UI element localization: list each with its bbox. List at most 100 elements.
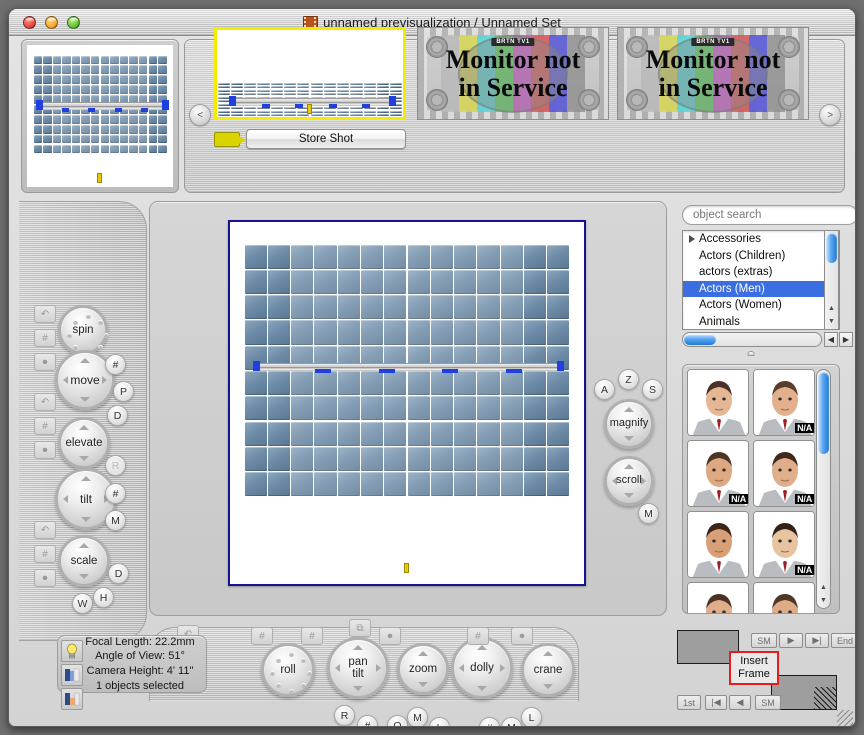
knob-arrow[interactable] — [500, 664, 505, 672]
selection-handle-end[interactable] — [557, 361, 564, 371]
selection-handle-mid[interactable] — [262, 104, 270, 108]
category-row[interactable]: Actors (Men) — [683, 280, 839, 297]
actor-thumbnail[interactable] — [687, 511, 749, 578]
actor-thumbnail[interactable] — [753, 582, 815, 613]
mini-button-#[interactable]: # — [357, 715, 378, 726]
cam-tab-#-1[interactable]: # — [251, 627, 273, 645]
rail-tab-#-4[interactable]: # — [34, 417, 56, 435]
storyboard-slot-live[interactable] — [214, 27, 406, 120]
selection-handle-mid[interactable] — [362, 104, 370, 108]
knob-arrow[interactable] — [418, 682, 428, 687]
actor-thumbnail[interactable]: N/A — [753, 511, 815, 578]
thumbnail-scrollbar[interactable]: ▲ ▼ — [816, 369, 831, 609]
camera-marker[interactable] — [307, 104, 312, 114]
viewport-button-a[interactable]: A — [594, 379, 615, 400]
camera-marker[interactable] — [404, 563, 409, 573]
rail-tab-undo-icon-3[interactable]: ↶ — [34, 393, 56, 411]
selection-handle-mid[interactable] — [315, 369, 331, 373]
hscroll-right-arrow[interactable]: ▶ — [839, 332, 853, 347]
knob-roll[interactable]: roll — [261, 643, 315, 697]
cam-tab-#-2[interactable]: # — [301, 627, 323, 645]
knob-arrow[interactable] — [81, 517, 91, 522]
knob-magnify[interactable]: magnify — [604, 399, 654, 449]
object-search-input[interactable] — [682, 205, 855, 225]
category-row[interactable]: Animals — [683, 314, 839, 330]
expand-triangle-icon[interactable] — [689, 235, 695, 244]
rail-tab-undo-icon-0[interactable]: ↶ — [34, 305, 56, 323]
mini-button-h[interactable]: H — [93, 587, 114, 608]
knob-crane[interactable]: crane — [521, 643, 575, 697]
viewport-button-m[interactable]: M — [638, 503, 659, 524]
selection-handle-mid[interactable] — [379, 369, 395, 373]
hscrollbar-thumb[interactable] — [684, 334, 716, 345]
selection-handle-mid[interactable] — [141, 108, 148, 112]
category-row[interactable]: Actors (Women) — [683, 297, 839, 314]
mini-button-r[interactable]: R — [105, 455, 126, 476]
category-list-scrollbar[interactable]: ▲ ▼ — [824, 230, 839, 330]
mini-map-panel[interactable] — [21, 39, 179, 193]
selection-handle-mid[interactable] — [62, 108, 69, 112]
selection-handle-mid[interactable] — [329, 104, 337, 108]
wall-render-icon[interactable] — [61, 664, 83, 686]
knob-arrow[interactable] — [624, 407, 634, 412]
mini-map-view[interactable] — [27, 45, 173, 187]
actor-thumbnail[interactable] — [687, 369, 749, 436]
knob-arrow[interactable] — [376, 664, 381, 672]
mini-button-l[interactable]: L — [521, 707, 542, 726]
knob-arrow[interactable] — [102, 376, 107, 384]
knob-arrow[interactable] — [477, 645, 487, 650]
actor-thumbnail[interactable] — [687, 582, 749, 613]
knob-arrow[interactable] — [79, 574, 89, 579]
knob-arrow[interactable] — [624, 493, 634, 498]
selection-handle-end[interactable] — [36, 100, 43, 110]
scroll-down-arrow[interactable]: ▼ — [817, 594, 830, 607]
rail-tab-mouse-icon-5[interactable]: ⏺ — [34, 441, 56, 459]
rail-tab-#-7[interactable]: # — [34, 545, 56, 563]
knob-arrow[interactable] — [477, 686, 487, 691]
selection-handle-end[interactable] — [253, 361, 260, 371]
cam-tab-mouse-icon-4[interactable]: ⏺ — [379, 627, 401, 645]
main-viewport[interactable] — [228, 220, 586, 586]
selection-handle-end[interactable] — [389, 96, 396, 106]
hscroll-left-arrow[interactable]: ◀ — [824, 332, 838, 347]
selection-handle-end[interactable] — [229, 96, 236, 106]
actor-thumbnail[interactable]: N/A — [687, 440, 749, 507]
knob-arrow[interactable] — [79, 543, 89, 548]
playback-button-bottom-0[interactable]: 1st — [677, 695, 701, 710]
playback-button-bottom-1[interactable]: |◀ — [705, 695, 727, 710]
mini-button-d[interactable]: D — [107, 405, 128, 426]
storyboard-slot-2[interactable]: BRTN TV1 Monitor not in Service — [417, 27, 609, 120]
category-row[interactable]: actors (extras) — [683, 264, 839, 281]
rail-tab-undo-icon-6[interactable]: ↶ — [34, 521, 56, 539]
mini-button-#[interactable]: # — [105, 483, 126, 504]
playback-button-top-1[interactable]: ▶ — [779, 633, 803, 648]
viewport-button-s[interactable]: S — [642, 379, 663, 400]
selection-handle-mid[interactable] — [442, 369, 458, 373]
knob-arrow[interactable] — [353, 645, 363, 650]
knob-arrow[interactable] — [624, 464, 634, 469]
selection-handle-mid[interactable] — [506, 369, 522, 373]
selection-handle-mid[interactable] — [115, 108, 122, 112]
cam-tab-#-5[interactable]: # — [467, 627, 489, 645]
scroll-down-arrow[interactable]: ▼ — [825, 315, 838, 328]
knob-arrow[interactable] — [543, 651, 553, 656]
scene-floorplan[interactable] — [230, 222, 584, 584]
scroll-up-arrow[interactable]: ▲ — [825, 302, 838, 315]
category-list[interactable]: Accessories Actors (Children) actors (extr… — [682, 230, 840, 330]
mini-button-d[interactable]: D — [108, 563, 129, 584]
knob-elevate[interactable]: elevate — [58, 417, 110, 469]
lightbulb-icon[interactable] — [61, 640, 83, 662]
storyboard-slot-3[interactable]: BRTN TV1 Monitor not in Service — [617, 27, 809, 120]
knob-arrow[interactable] — [418, 651, 428, 656]
knob-arrow[interactable] — [80, 397, 90, 402]
mini-button-l[interactable]: L — [429, 717, 450, 726]
viewport-button-z[interactable]: Z — [618, 369, 639, 390]
knob-pan-tilt[interactable]: pan tilt — [327, 637, 389, 699]
knob-arrow[interactable] — [459, 664, 464, 672]
rail-tab-mouse-icon-8[interactable]: ⏺ — [34, 569, 56, 587]
store-shot-button[interactable]: Store Shot — [246, 129, 406, 149]
category-row[interactable]: Actors (Children) — [683, 248, 839, 265]
selection-handle-end[interactable] — [162, 100, 169, 110]
knob-arrow[interactable] — [79, 456, 89, 461]
panel-resize-grip[interactable] — [747, 351, 755, 356]
